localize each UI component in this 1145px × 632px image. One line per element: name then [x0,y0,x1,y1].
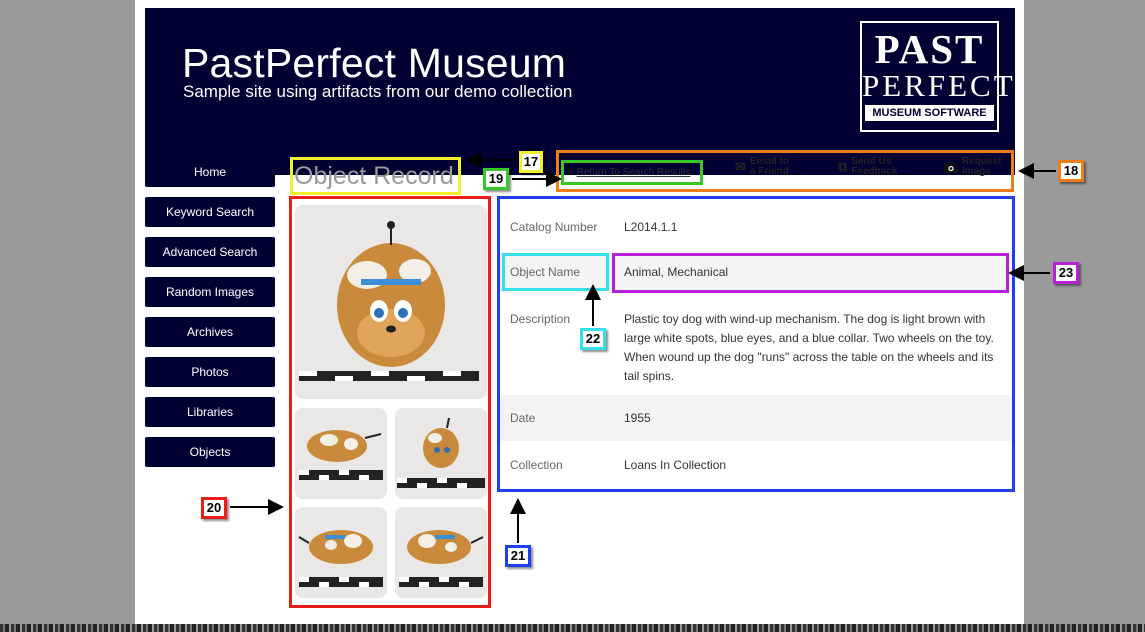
bottom-edge-strip [0,624,1145,632]
annotation-arrows [230,152,1056,543]
